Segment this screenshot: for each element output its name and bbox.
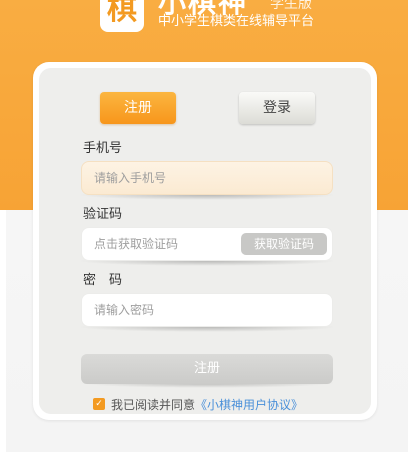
phone-input[interactable] [81,161,333,195]
agreement-row: ✓ 我已阅读并同意 《小棋神用户协议》 [93,396,303,412]
user-agreement-link[interactable]: 《小棋神用户协议》 [195,396,303,413]
app-logo: 棋 [100,0,144,32]
agreement-text: 我已阅读并同意 [111,397,196,412]
agreement-checkbox[interactable]: ✓ [93,398,105,410]
register-card-inner: 注册 登录 手机号 验证码 获取验证码 密 码 注册 ✓ 我已阅读并同意 《小棋… [39,68,371,414]
get-code-button[interactable]: 获取验证码 [241,233,327,255]
phone-label: 手机号 [83,141,123,156]
register-card: 注册 登录 手机号 验证码 获取验证码 密 码 注册 ✓ 我已阅读并同意 《小棋… [33,62,377,420]
password-input[interactable] [81,293,333,327]
edition-label: 学生版 [270,0,312,12]
tab-login[interactable]: 登录 [239,92,315,124]
code-label: 验证码 [83,207,123,222]
tab-register[interactable]: 注册 [100,92,176,124]
logo-glyph: 棋 [107,0,137,27]
checkmark-icon: ✓ [95,398,103,409]
app-subtitle: 中小学生棋类在线辅导平台 [158,14,315,29]
page-edge [0,210,6,452]
register-submit-button[interactable]: 注册 [81,354,333,384]
password-label: 密 码 [83,273,123,288]
